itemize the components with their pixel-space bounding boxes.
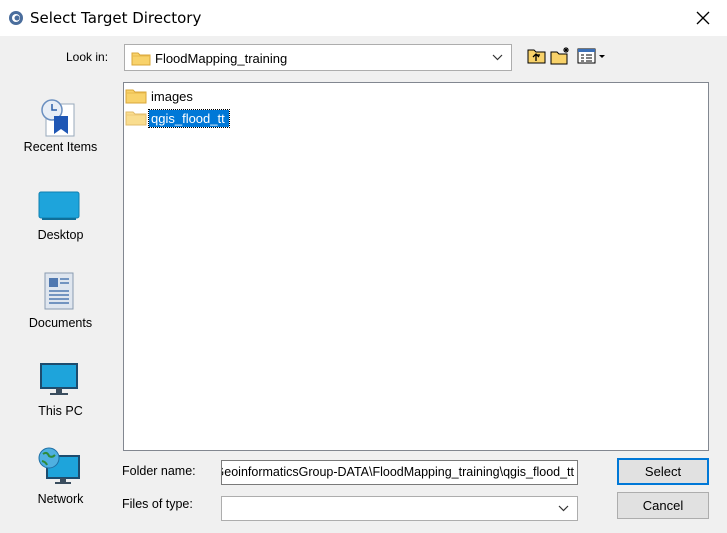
place-desktop[interactable]: Desktop — [7, 171, 114, 251]
place-documents[interactable]: Documents — [7, 259, 114, 339]
place-network[interactable]: Network — [7, 435, 114, 515]
place-label: Documents — [28, 316, 93, 330]
up-one-level-icon[interactable] — [526, 46, 548, 66]
view-menu-icon[interactable] — [576, 46, 608, 66]
files-of-type-dropdown[interactable] — [221, 496, 578, 521]
chevron-down-icon — [492, 54, 503, 61]
folder-name-label: Folder name: — [122, 464, 196, 478]
place-recent-items[interactable]: Recent Items — [7, 83, 114, 163]
place-label: Recent Items — [23, 140, 98, 154]
cancel-button[interactable]: Cancel — [617, 492, 709, 519]
network-icon — [38, 447, 80, 484]
files-of-type-label: Files of type: — [122, 497, 193, 511]
look-in-label: Look in: — [66, 50, 109, 64]
place-label: Desktop — [37, 228, 84, 242]
close-button[interactable] — [680, 0, 727, 36]
places-bar: Recent Items Desktop Documents This PC N… — [7, 83, 114, 520]
folder-name-value: ...\GeoinformaticsGroup-DATA\FloodMappin… — [221, 465, 574, 479]
title-bar: Select Target Directory — [0, 0, 727, 36]
folder-icon — [131, 52, 151, 66]
folder-icon — [125, 89, 147, 104]
recent-items-icon — [41, 99, 75, 137]
look-in-value: FloodMapping_training — [155, 51, 288, 66]
place-label: Network — [37, 492, 84, 506]
documents-icon — [44, 272, 74, 310]
window-title: Select Target Directory — [30, 9, 202, 27]
create-new-folder-icon[interactable] — [550, 46, 572, 66]
place-label: This PC — [38, 404, 83, 418]
chevron-down-icon — [558, 505, 569, 512]
folder-name-input[interactable]: ...\GeoinformaticsGroup-DATA\FloodMappin… — [221, 460, 578, 485]
close-icon — [696, 11, 710, 25]
list-item-label: qgis_flood_tt — [148, 109, 230, 128]
folder-icon — [125, 111, 147, 126]
app-icon — [9, 11, 23, 25]
place-this-pc[interactable]: This PC — [7, 347, 114, 427]
desktop-icon — [38, 191, 80, 220]
list-item-label: images — [151, 89, 193, 104]
select-button[interactable]: Select — [617, 458, 709, 485]
this-pc-icon — [40, 363, 78, 395]
look-in-dropdown[interactable]: FloodMapping_training — [124, 44, 512, 71]
file-list[interactable]: images qgis_flood_tt — [123, 82, 709, 451]
